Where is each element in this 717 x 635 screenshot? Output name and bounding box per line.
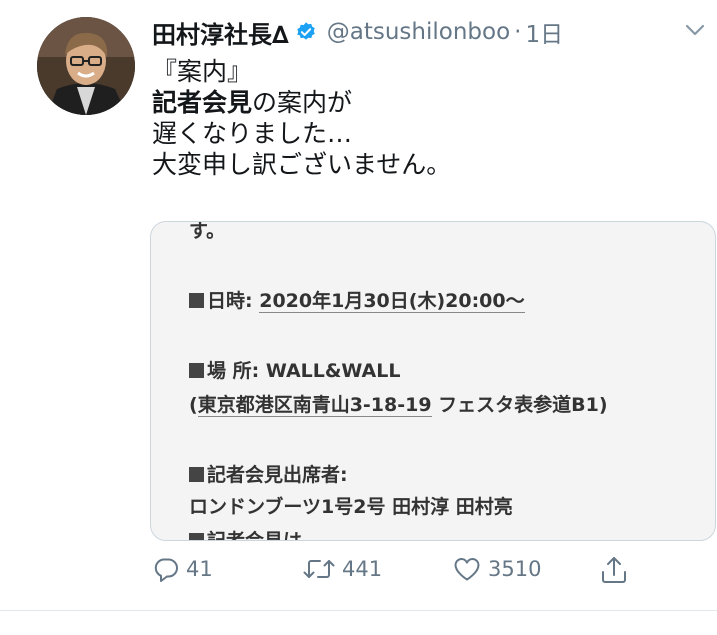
verified-badge-icon [297, 22, 315, 40]
header-separator: · [514, 19, 522, 45]
image-address-line: (東京都港区南青山3-18-19 フェスタ表参道B1) [189, 390, 608, 417]
attached-image[interactable]: す。 日時: 2020年1月30日(木)20:00〜 場 所: WALL&WAL… [150, 221, 716, 541]
image-place-label: 場 所: [207, 360, 260, 382]
display-name[interactable]: 田村淳社長∆ [152, 15, 289, 50]
tweet-text-line-1: 『案内』 [152, 57, 253, 86]
retweet-count: 441 [342, 557, 383, 581]
share-button[interactable] [600, 555, 634, 585]
tweet-text: 『案内』 記者会見の案内が 遅くなりました… 大変申し訳ございません。 [152, 56, 451, 180]
bullet-square-icon [189, 533, 204, 540]
image-cutoff-text: 記者会見は [207, 530, 303, 541]
like-count: 3510 [488, 557, 542, 581]
handle[interactable]: @atsushilonboo [327, 19, 510, 45]
like-icon [454, 558, 480, 581]
image-attendees-value: ロンドンブーツ1号2号 田村淳 田村亮 [189, 496, 513, 518]
tweet[interactable]: 田村淳社長∆ @atsushilonboo · 1日 『案内』 記者会見の案内が… [0, 0, 717, 635]
tweet-text-rest: の案内が [252, 88, 353, 117]
image-address-open: ( [189, 394, 198, 416]
reply-icon [154, 558, 178, 582]
share-icon [602, 557, 626, 583]
image-cutoff-line: 記者会見は [189, 526, 303, 541]
image-place-line: 場 所: WALL&WALL [189, 356, 400, 383]
image-address-link: 東京都港区南青山3-18-19 [197, 394, 432, 417]
image-date-label: 日時: [207, 290, 253, 312]
image-date-value: 2020年1月30日(木)20:00〜 [259, 290, 525, 313]
avatar[interactable] [37, 17, 135, 115]
image-attendees-line: 記者会見出席者: [189, 460, 348, 487]
image-address-rest: フェスタ表参道B1) [431, 394, 608, 416]
reply-button[interactable]: 41 [152, 555, 213, 583]
chevron-down-icon[interactable] [684, 22, 706, 38]
image-place-value: WALL&WALL [265, 360, 401, 382]
tweet-divider [0, 610, 717, 611]
bullet-square-icon [189, 363, 204, 378]
timestamp[interactable]: 1日 [525, 15, 563, 49]
retweet-button[interactable]: 441 [302, 555, 382, 583]
retweet-icon [303, 560, 335, 578]
tweet-text-line-4: 大変申し訳ございません。 [152, 150, 452, 179]
tweet-header: 田村淳社長∆ @atsushilonboo · 1日 [152, 14, 563, 50]
reply-count: 41 [186, 557, 213, 581]
avatar-portrait [37, 17, 135, 115]
image-date-line: 日時: 2020年1月30日(木)20:00〜 [189, 286, 525, 313]
image-attendees-label: 記者会見出席者: [207, 464, 348, 486]
like-button[interactable]: 3510 [452, 555, 541, 583]
tweet-text-bold: 記者会見 [152, 88, 253, 117]
tweet-actions: 41 441 3510 [152, 555, 652, 591]
image-top-fragment: す。 [189, 221, 226, 242]
bullet-square-icon [189, 293, 204, 308]
tweet-text-line-3: 遅くなりました… [152, 119, 353, 148]
tweet-text-line-2: 記者会見の案内が [152, 87, 451, 118]
bullet-square-icon [189, 467, 204, 482]
